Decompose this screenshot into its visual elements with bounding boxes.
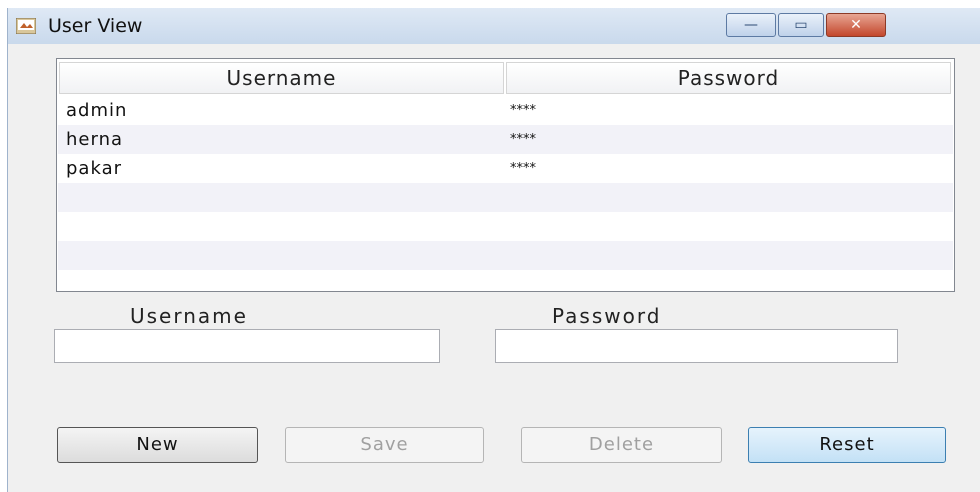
cell-password: **** xyxy=(510,161,536,176)
maximize-button[interactable]: ▭ xyxy=(778,13,824,37)
empty-row xyxy=(58,183,953,212)
save-button[interactable]: Save xyxy=(285,427,484,463)
table-row[interactable]: herna **** xyxy=(58,125,953,154)
delete-button[interactable]: Delete xyxy=(521,427,722,463)
users-table[interactable]: Username Password admin **** herna **** … xyxy=(56,58,955,292)
cell-password: **** xyxy=(510,132,536,147)
column-header-username[interactable]: Username xyxy=(59,62,504,94)
minimize-button[interactable]: — xyxy=(726,13,776,37)
cell-password: **** xyxy=(510,103,536,118)
title-bar[interactable]: User View — ▭ ✕ xyxy=(8,8,980,44)
table-header: Username Password xyxy=(57,59,954,95)
cell-username: herna xyxy=(66,129,124,150)
window-title: User View xyxy=(48,15,143,37)
close-button[interactable]: ✕ xyxy=(826,13,886,37)
reset-button[interactable]: Reset xyxy=(748,427,946,463)
close-icon: ✕ xyxy=(850,17,862,33)
table-row[interactable]: pakar **** xyxy=(58,154,953,183)
minimize-icon: — xyxy=(744,17,758,33)
table-row[interactable]: admin **** xyxy=(58,96,953,125)
new-button[interactable]: New xyxy=(57,427,258,463)
empty-row xyxy=(58,212,953,241)
username-label: Username xyxy=(130,304,248,328)
maximize-icon: ▭ xyxy=(794,17,808,33)
cell-username: pakar xyxy=(66,158,122,179)
column-header-password[interactable]: Password xyxy=(506,62,951,94)
user-view-window: User View — ▭ ✕ Username Password admin … xyxy=(7,8,980,492)
java-app-icon xyxy=(16,18,36,34)
username-field[interactable] xyxy=(54,329,440,363)
password-field[interactable] xyxy=(495,329,898,363)
password-label: Password xyxy=(552,304,662,328)
empty-row xyxy=(58,241,953,270)
cell-username: admin xyxy=(66,100,128,121)
